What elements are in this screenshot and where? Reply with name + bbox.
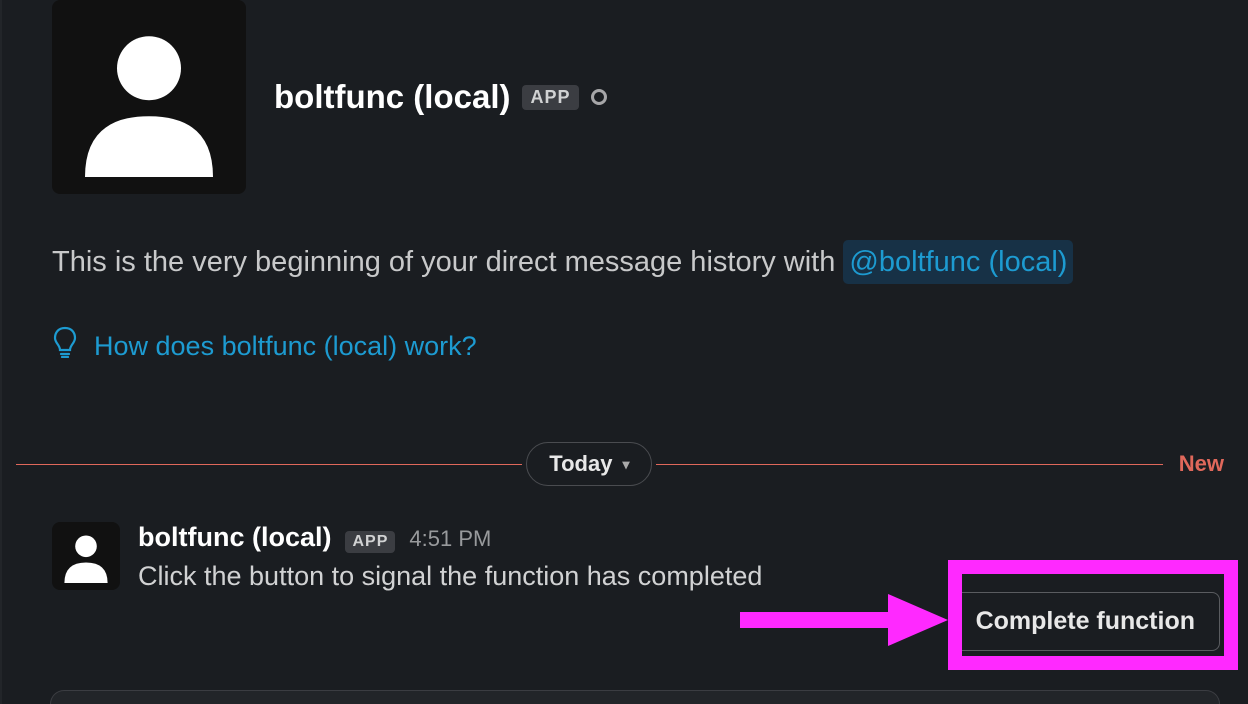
- message-app-badge: APP: [345, 531, 395, 553]
- person-silhouette-icon: [59, 529, 113, 583]
- date-divider: Today ▾ New: [16, 442, 1248, 486]
- message-input[interactable]: [50, 690, 1220, 704]
- intro-prefix: This is the very beginning of your direc…: [52, 246, 843, 278]
- profile-avatar-large[interactable]: [52, 0, 246, 194]
- chevron-down-icon: ▾: [622, 456, 629, 473]
- divider-line-left: [16, 464, 522, 465]
- new-messages-label: New: [1163, 451, 1248, 477]
- presence-indicator-icon: [591, 89, 607, 105]
- help-link[interactable]: How does boltfunc (local) work?: [94, 331, 477, 362]
- message-username[interactable]: boltfunc (local): [138, 522, 331, 553]
- intro-mention[interactable]: @boltfunc (local): [843, 240, 1073, 284]
- date-divider-label: Today: [549, 451, 612, 477]
- intro-text: This is the very beginning of your direc…: [52, 240, 1212, 284]
- message-timestamp: 4:51 PM: [409, 526, 491, 552]
- complete-function-button[interactable]: Complete function: [951, 592, 1220, 651]
- message-avatar[interactable]: [52, 522, 120, 590]
- divider-line-right: [656, 464, 1162, 465]
- message-text: Click the button to signal the function …: [138, 561, 1212, 592]
- app-badge: APP: [522, 85, 578, 110]
- date-divider-pill[interactable]: Today ▾: [526, 442, 652, 486]
- message-row: boltfunc (local) APP 4:51 PM Click the b…: [16, 486, 1248, 602]
- lightbulb-icon: [52, 326, 78, 366]
- profile-name: boltfunc (local): [274, 78, 510, 116]
- person-silhouette-icon: [69, 17, 229, 177]
